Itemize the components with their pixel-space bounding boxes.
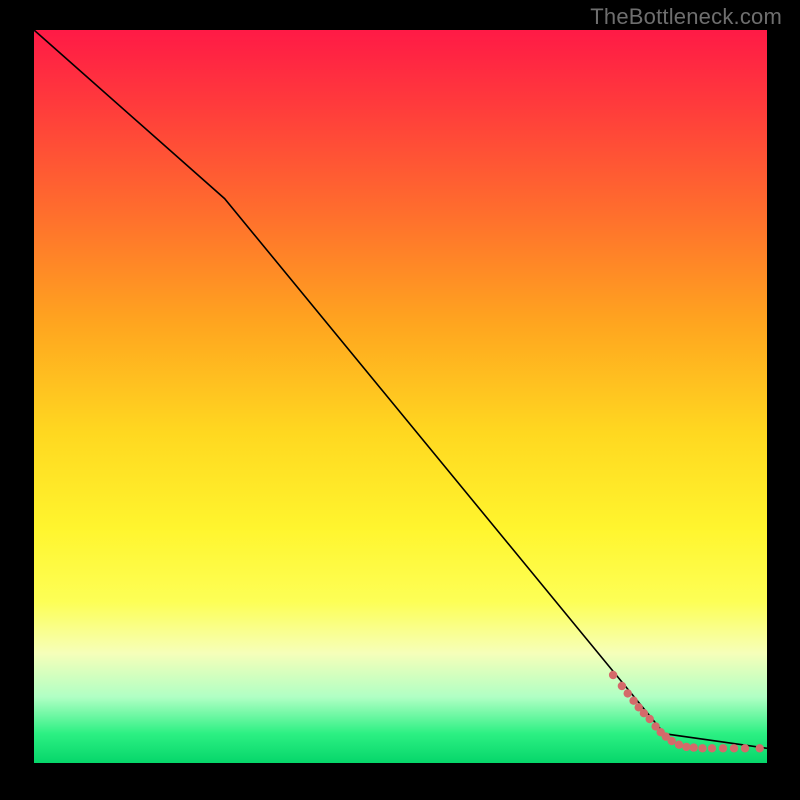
- data-point: [698, 744, 706, 752]
- data-point: [675, 741, 683, 749]
- data-point: [719, 744, 727, 752]
- plot-area: [34, 30, 767, 763]
- bottleneck-curve: [34, 30, 767, 748]
- data-point: [690, 743, 698, 751]
- data-point: [624, 689, 632, 697]
- data-point: [682, 743, 690, 751]
- scatter-points: [609, 671, 764, 753]
- data-point: [708, 744, 716, 752]
- data-point: [609, 671, 617, 679]
- chart-frame: TheBottleneck.com: [0, 0, 800, 800]
- data-point: [618, 682, 626, 690]
- data-point: [629, 697, 637, 705]
- watermark-text: TheBottleneck.com: [590, 4, 782, 30]
- data-point: [668, 737, 676, 745]
- plot-overlay: [34, 30, 767, 763]
- data-point: [741, 744, 749, 752]
- data-point: [756, 744, 764, 752]
- data-point: [730, 744, 738, 752]
- data-point: [646, 715, 654, 723]
